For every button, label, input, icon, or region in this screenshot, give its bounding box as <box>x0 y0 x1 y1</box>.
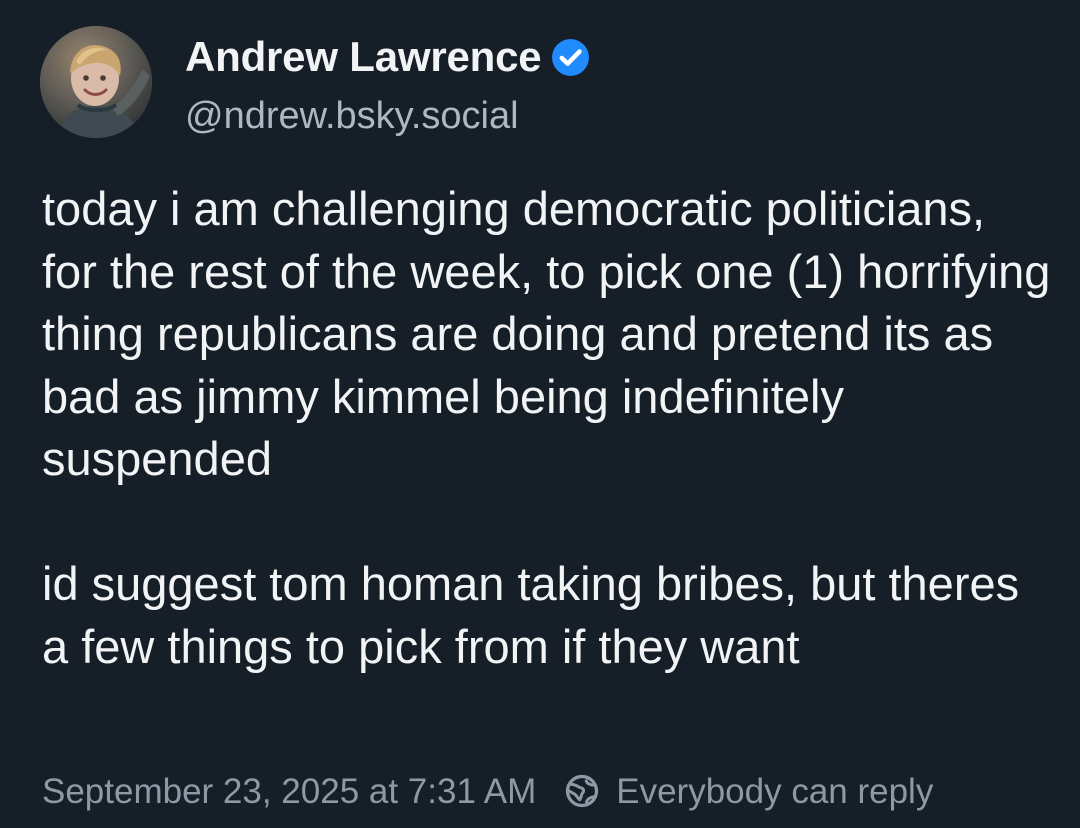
avatar[interactable] <box>40 26 152 138</box>
author-info: Andrew Lawrence @ndrew.bsky.social <box>185 29 591 135</box>
post-card: Andrew Lawrence @ndrew.bsky.social today… <box>0 0 1080 828</box>
verified-badge-icon <box>550 37 591 78</box>
author-name-row: Andrew Lawrence <box>185 29 591 85</box>
author-handle[interactable]: @ndrew.bsky.social <box>185 97 591 135</box>
post-text: today i am challenging democratic politi… <box>42 182 1051 673</box>
post-header: Andrew Lawrence @ndrew.bsky.social <box>40 26 591 138</box>
reply-setting-label[interactable]: Everybody can reply <box>616 774 933 809</box>
earth-icon <box>563 772 601 810</box>
author-display-name[interactable]: Andrew Lawrence <box>185 36 542 78</box>
post-timestamp: September 23, 2025 at 7:31 AM <box>42 771 537 811</box>
post-footer: September 23, 2025 at 7:31 AM Everybody … <box>42 772 933 810</box>
